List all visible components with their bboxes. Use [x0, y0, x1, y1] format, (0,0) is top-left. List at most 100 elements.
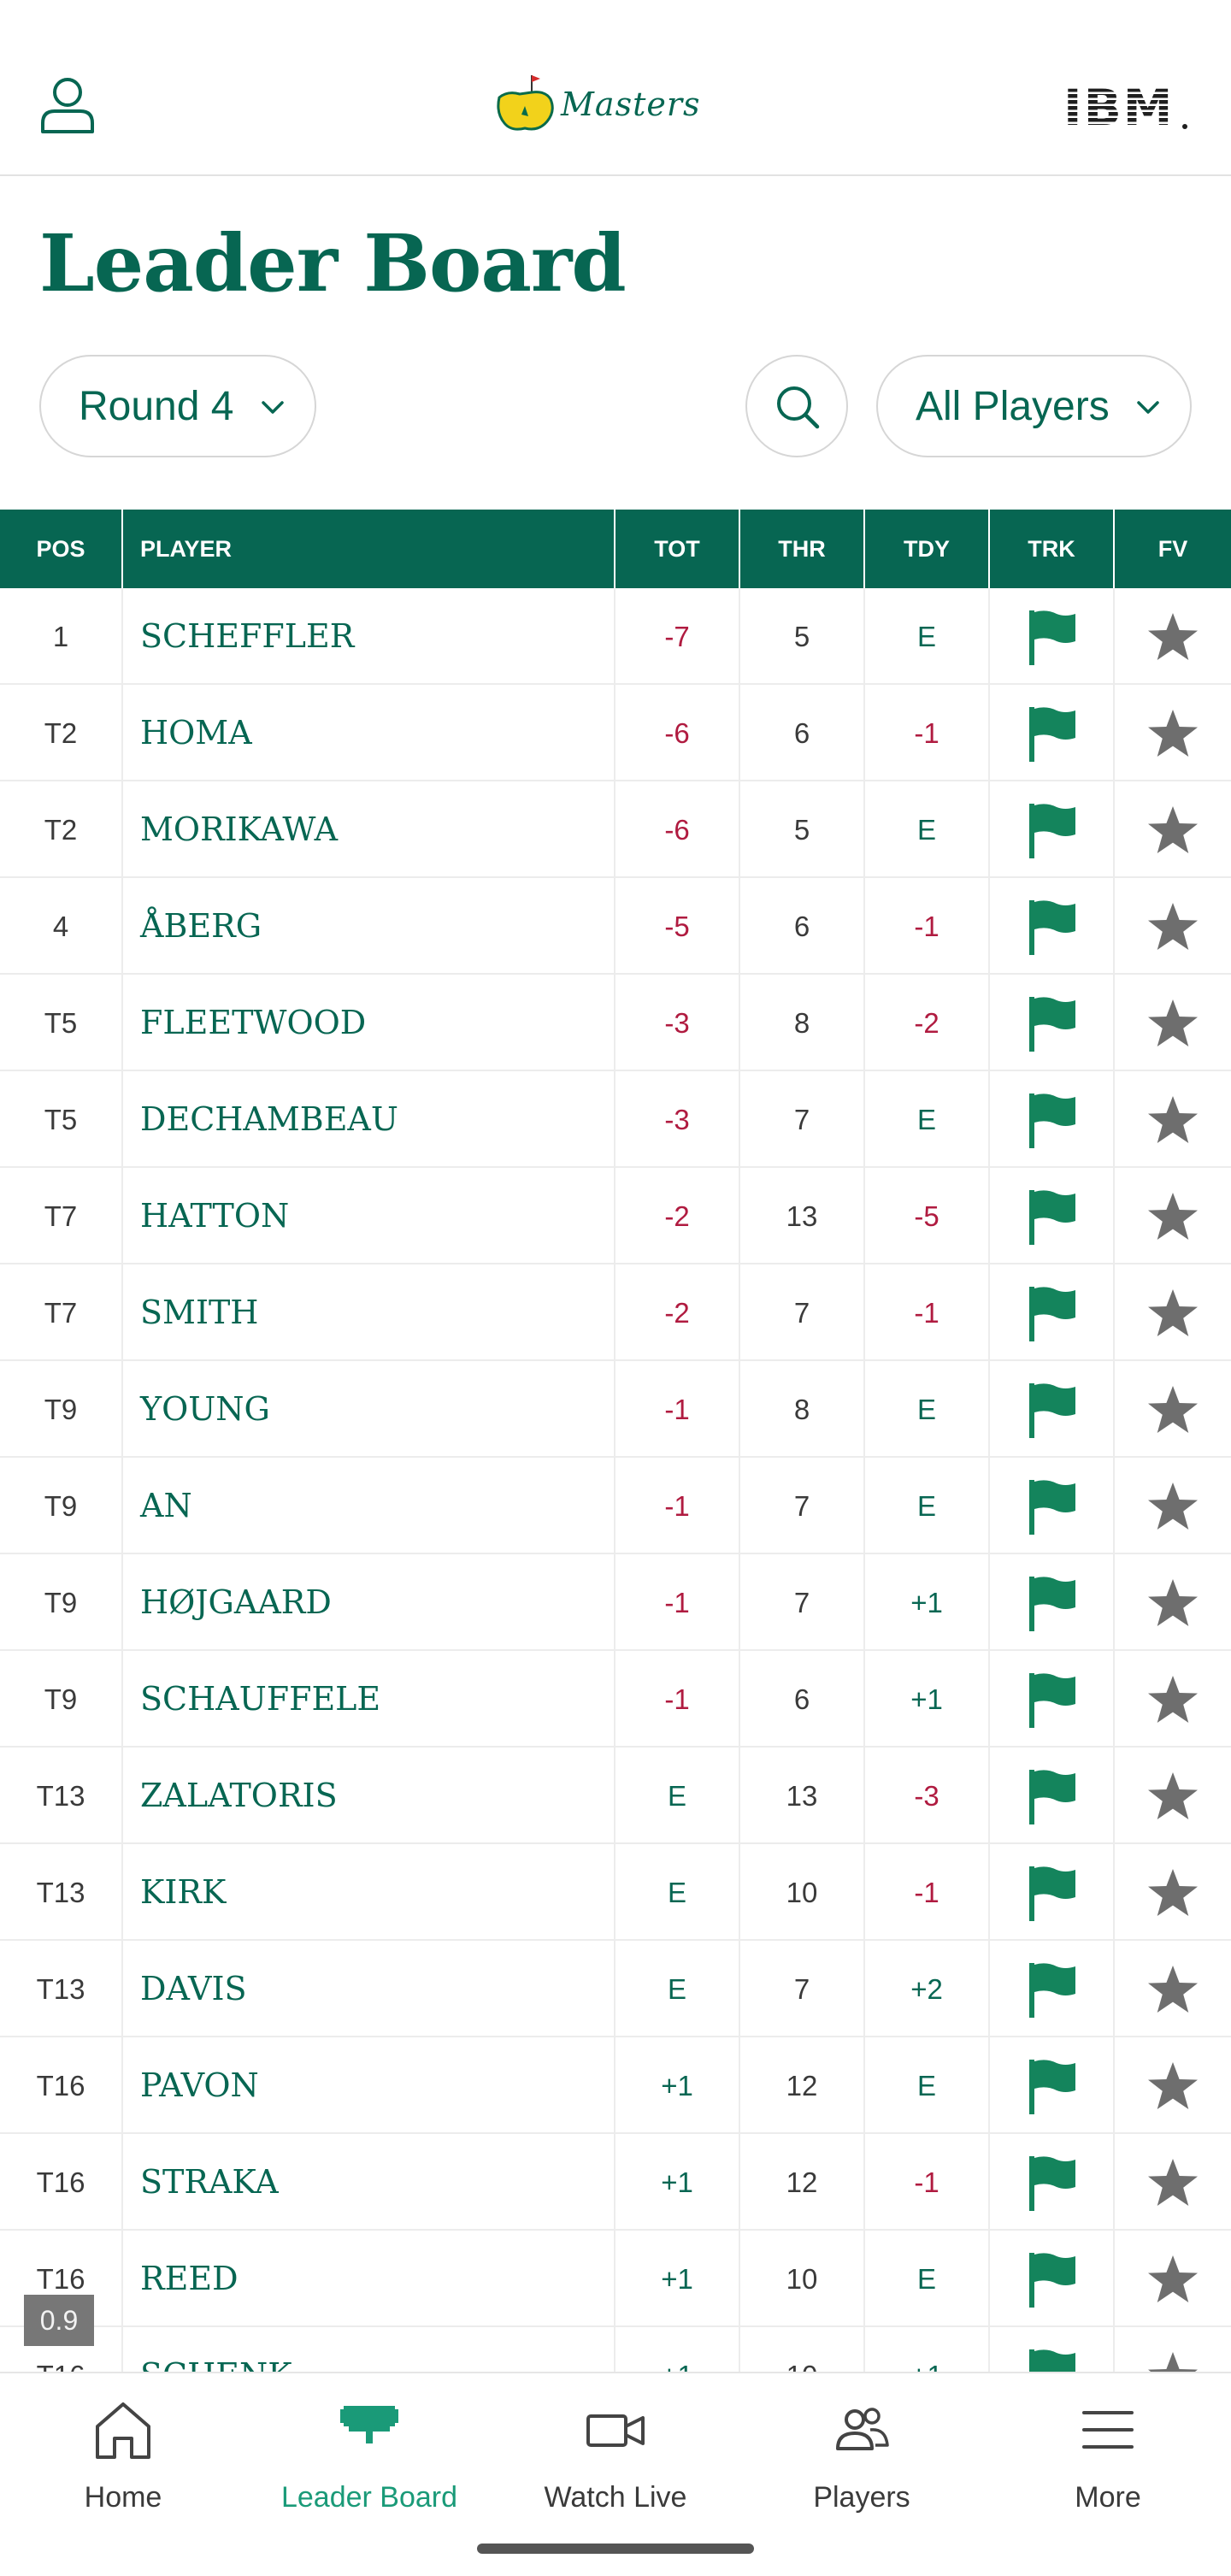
player-name-link[interactable]: DAVIS [123, 1941, 616, 2037]
favorite-star-icon [1148, 1095, 1198, 1143]
table-row[interactable]: 1 SCHEFFLER -7 5 E [0, 588, 1231, 685]
table-row[interactable]: T5 FLEETWOOD -3 8 -2 [0, 975, 1231, 1071]
search-button[interactable] [745, 355, 848, 457]
player-name-link[interactable]: KIRK [123, 1844, 616, 1941]
table-row[interactable]: T2 MORIKAWA -6 5 E [0, 781, 1231, 878]
ibm-logo[interactable]: IBM [1063, 79, 1190, 137]
favorite-button[interactable] [1115, 975, 1231, 1071]
track-button[interactable] [990, 588, 1115, 685]
table-row[interactable]: T9 HØJGAARD -1 7 +1 [0, 1554, 1231, 1651]
track-button[interactable] [990, 1941, 1115, 2037]
column-header-pos[interactable]: POS [0, 510, 123, 588]
track-button[interactable] [990, 2327, 1115, 2372]
table-row[interactable]: T13 DAVIS E 7 +2 [0, 1941, 1231, 2037]
total-score-cell: -7 [616, 588, 740, 685]
table-row[interactable]: T7 HATTON -2 13 -5 [0, 1168, 1231, 1264]
favorite-button[interactable] [1115, 1458, 1231, 1554]
table-row[interactable]: T16 PAVON +1 12 E [0, 2037, 1231, 2134]
favorite-button[interactable] [1115, 1748, 1231, 1844]
round-select[interactable]: Round 4 [39, 355, 316, 457]
track-button[interactable] [990, 1844, 1115, 1941]
favorite-button[interactable] [1115, 2037, 1231, 2134]
player-name-link[interactable]: STRAKA [123, 2134, 616, 2231]
player-name-link[interactable]: ÅBERG [123, 878, 616, 975]
track-button[interactable] [990, 2231, 1115, 2327]
table-row[interactable]: T2 HOMA -6 6 -1 [0, 685, 1231, 781]
player-name-link[interactable]: SCHAUFFELE [123, 1651, 616, 1748]
today-score-cell: +1 [865, 1554, 990, 1651]
table-row[interactable]: T16 REED +1 10 E [0, 2231, 1231, 2327]
favorite-button[interactable] [1115, 1168, 1231, 1264]
track-button[interactable] [990, 1748, 1115, 1844]
column-header-player[interactable]: PLAYER [123, 510, 616, 588]
favorite-button[interactable] [1115, 1844, 1231, 1941]
favorite-button[interactable] [1115, 1941, 1231, 2037]
player-name-link[interactable]: DECHAMBEAU [123, 1071, 616, 1168]
player-name-link[interactable]: ZALATORIS [123, 1748, 616, 1844]
favorite-button[interactable] [1115, 588, 1231, 685]
favorite-button[interactable] [1115, 1264, 1231, 1361]
table-row[interactable]: T7 SMITH -2 7 -1 [0, 1264, 1231, 1361]
player-name-link[interactable]: SCHENK [123, 2327, 616, 2372]
player-name-link[interactable]: HØJGAARD [123, 1554, 616, 1651]
position-cell: T9 [0, 1554, 123, 1651]
favorite-button[interactable] [1115, 685, 1231, 781]
track-button[interactable] [990, 975, 1115, 1071]
track-button[interactable] [990, 781, 1115, 878]
table-row[interactable]: T9 YOUNG -1 8 E [0, 1361, 1231, 1458]
track-button[interactable] [990, 1554, 1115, 1651]
player-name-link[interactable]: YOUNG [123, 1361, 616, 1458]
player-name-link[interactable]: FLEETWOOD [123, 975, 616, 1071]
track-button[interactable] [990, 1458, 1115, 1554]
column-header-tot[interactable]: TOT [616, 510, 740, 588]
favorite-button[interactable] [1115, 2231, 1231, 2327]
favorite-button[interactable] [1115, 1361, 1231, 1458]
player-name-link[interactable]: PAVON [123, 2037, 616, 2134]
favorite-button[interactable] [1115, 1651, 1231, 1748]
favorite-button[interactable] [1115, 2134, 1231, 2231]
player-name-link[interactable]: MORIKAWA [123, 781, 616, 878]
track-button[interactable] [990, 2134, 1115, 2231]
track-button[interactable] [990, 1651, 1115, 1748]
table-row[interactable]: T13 KIRK E 10 -1 [0, 1844, 1231, 1941]
favorite-button[interactable] [1115, 781, 1231, 878]
column-header-tdy[interactable]: TDY [865, 510, 990, 588]
leaderboard-table[interactable]: POS PLAYER TOT THR TDY TRK FV 1 SCHEFFLER… [0, 510, 1231, 2372]
table-row[interactable]: T13 ZALATORIS E 13 -3 [0, 1748, 1231, 1844]
table-row[interactable]: T5 DECHAMBEAU -3 7 E [0, 1071, 1231, 1168]
nav-home[interactable]: Home [0, 2373, 246, 2544]
table-row[interactable]: T16SCHENK+110+1 [0, 2327, 1231, 2372]
player-name-link[interactable]: SMITH [123, 1264, 616, 1361]
track-button[interactable] [990, 1361, 1115, 1458]
table-row[interactable]: T9 AN -1 7 E [0, 1458, 1231, 1554]
track-flag-icon [1029, 1189, 1075, 1245]
player-name-link[interactable]: REED [123, 2231, 616, 2327]
table-row[interactable]: T9 SCHAUFFELE -1 6 +1 [0, 1651, 1231, 1748]
track-button[interactable] [990, 878, 1115, 975]
nav-players[interactable]: Players [739, 2373, 985, 2544]
table-row[interactable]: T16 STRAKA +1 12 -1 [0, 2134, 1231, 2231]
track-button[interactable] [990, 1168, 1115, 1264]
favorite-button[interactable] [1115, 1554, 1231, 1651]
account-button[interactable] [39, 75, 96, 135]
column-header-thr[interactable]: THR [740, 510, 865, 588]
player-name-link[interactable]: SCHEFFLER [123, 588, 616, 685]
nav-more[interactable]: More [985, 2373, 1231, 2544]
track-button[interactable] [990, 1071, 1115, 1168]
player-name-link[interactable]: HOMA [123, 685, 616, 781]
ibm-logo-icon: IBM [1063, 79, 1187, 137]
favorite-button[interactable] [1115, 2327, 1231, 2372]
favorite-button[interactable] [1115, 878, 1231, 975]
track-button[interactable] [990, 2037, 1115, 2134]
player-name-link[interactable]: AN [123, 1458, 616, 1554]
table-row[interactable]: 4 ÅBERG -5 6 -1 [0, 878, 1231, 975]
nav-watch-live[interactable]: Watch Live [492, 2373, 739, 2544]
track-button[interactable] [990, 1264, 1115, 1361]
total-score-cell: -3 [616, 975, 740, 1071]
players-filter-select[interactable]: All Players [876, 355, 1192, 457]
masters-logo[interactable]: Masters [494, 72, 737, 135]
nav-leaderboard[interactable]: Leader Board [246, 2373, 492, 2544]
player-name-link[interactable]: HATTON [123, 1168, 616, 1264]
favorite-button[interactable] [1115, 1071, 1231, 1168]
track-button[interactable] [990, 685, 1115, 781]
